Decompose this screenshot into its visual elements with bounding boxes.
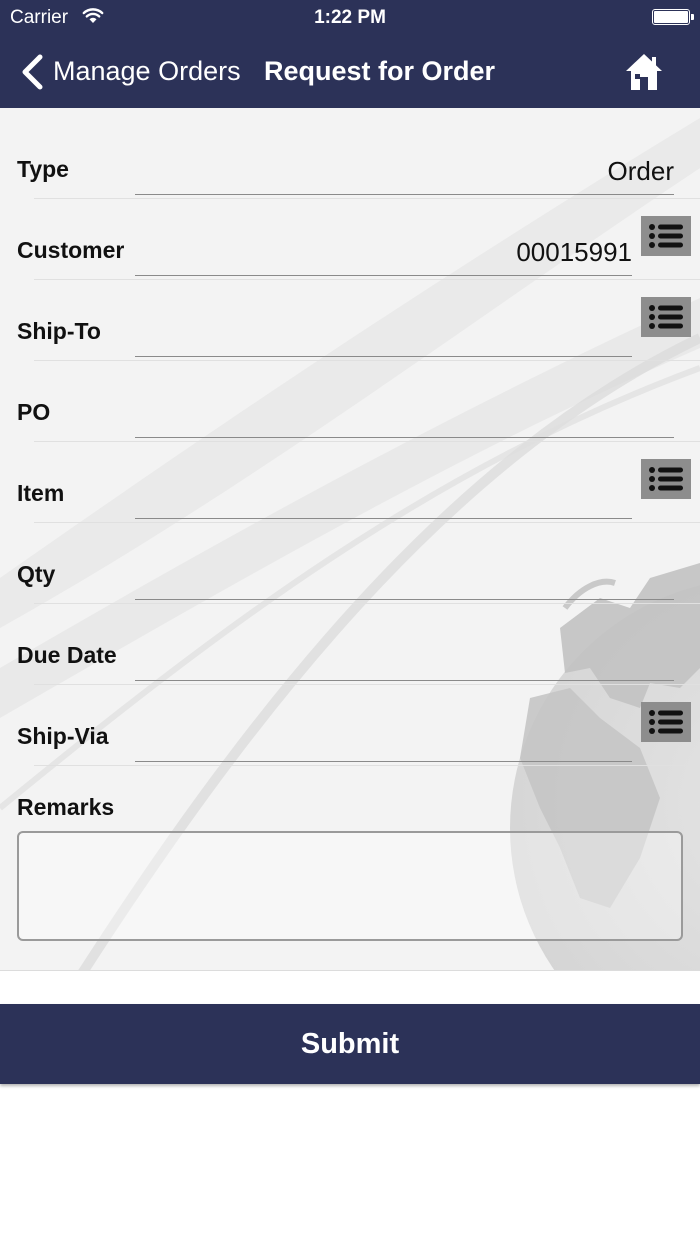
clock: 1:22 PM (314, 7, 386, 28)
list-icon (649, 467, 683, 491)
item-list-button[interactable] (641, 459, 691, 499)
remarks-label: Remarks (17, 794, 115, 820)
due-date-row: Due Date (0, 604, 700, 685)
customer-row: Customer 00015991 (0, 199, 700, 280)
ship-via-row: Ship-Via (0, 685, 700, 766)
ship-to-field[interactable] (135, 300, 632, 357)
back-button[interactable]: Manage Orders (53, 56, 241, 87)
customer-label: Customer (17, 237, 125, 263)
item-field[interactable] (135, 462, 632, 519)
back-chevron-icon[interactable] (20, 54, 44, 90)
order-form: Type Order Customer 00015991 Ship-To PO … (0, 108, 700, 971)
customer-list-button[interactable] (641, 216, 691, 256)
customer-field[interactable]: 00015991 (135, 219, 632, 276)
item-row: Item (0, 442, 700, 523)
qty-field[interactable] (135, 543, 674, 600)
po-label: PO (17, 399, 51, 425)
type-value: Order (607, 156, 674, 186)
item-label: Item (17, 480, 65, 506)
list-icon (649, 710, 683, 734)
submit-button[interactable]: Submit (0, 1004, 700, 1084)
list-icon (649, 305, 683, 329)
ship-via-field[interactable] (135, 705, 632, 762)
type-field[interactable]: Order (135, 138, 674, 195)
home-icon[interactable] (624, 52, 664, 92)
ship-to-list-button[interactable] (641, 297, 691, 337)
type-label: Type (17, 156, 69, 182)
type-row: Type Order (0, 118, 700, 199)
po-row: PO (0, 361, 700, 442)
status-bar: Carrier 1:22 PM (0, 0, 700, 36)
due-date-label: Due Date (17, 642, 117, 668)
page-title: Request for Order (264, 56, 496, 86)
list-icon (649, 224, 683, 248)
navigation-bar: Carrier 1:22 PM Manage Orders Request fo… (0, 0, 700, 108)
customer-value: 00015991 (516, 237, 632, 267)
ship-to-label: Ship-To (17, 318, 101, 344)
qty-row: Qty (0, 523, 700, 604)
ship-to-row: Ship-To (0, 280, 700, 361)
battery-icon (652, 9, 694, 25)
remarks-textarea[interactable] (17, 831, 683, 941)
po-field[interactable] (135, 381, 674, 438)
divider (34, 765, 700, 766)
ship-via-list-button[interactable] (641, 702, 691, 742)
due-date-field[interactable] (135, 624, 674, 681)
qty-label: Qty (17, 561, 56, 587)
ship-via-label: Ship-Via (17, 723, 109, 749)
